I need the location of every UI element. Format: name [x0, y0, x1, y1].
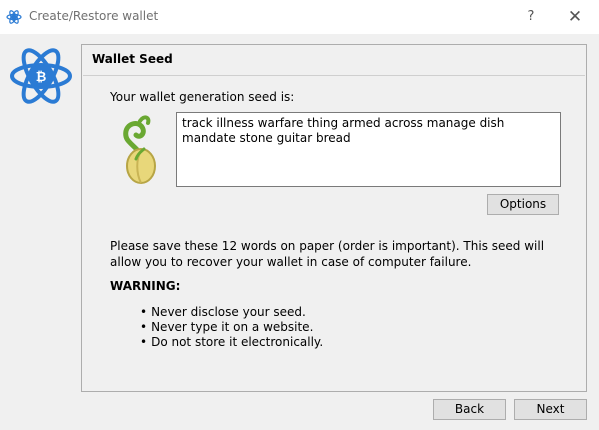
help-button[interactable]: ?	[520, 6, 542, 28]
back-button[interactable]: Back	[433, 399, 506, 420]
list-item: Never disclose your seed.	[140, 305, 323, 320]
close-button[interactable]: ✕	[564, 6, 586, 28]
electrum-icon	[6, 10, 22, 24]
title-bar: Create/Restore wallet ? ✕	[0, 0, 599, 34]
svg-text:₿: ₿	[36, 70, 47, 85]
next-button[interactable]: Next	[514, 399, 587, 420]
window-title: Create/Restore wallet	[29, 9, 159, 23]
seed-sprout-icon	[123, 115, 156, 184]
wallet-seed-panel: Wallet Seed Your wallet generation seed …	[81, 44, 587, 392]
save-seed-notice: Please save these 12 words on paper (ord…	[110, 239, 545, 269]
warning-list: Never disclose your seed. Never type it …	[140, 305, 323, 350]
list-item: Do not store it electronically.	[140, 335, 323, 350]
list-item: Never type it on a website.	[140, 320, 323, 335]
panel-title: Wallet Seed	[92, 52, 173, 66]
panel-divider	[83, 75, 585, 76]
warning-title: WARNING:	[110, 279, 181, 293]
electrum-logo: ₿	[10, 48, 72, 104]
options-button[interactable]: Options	[487, 194, 559, 215]
seed-label: Your wallet generation seed is:	[110, 90, 295, 104]
seed-text-area[interactable]: track illness warfare thing armed across…	[176, 112, 561, 187]
